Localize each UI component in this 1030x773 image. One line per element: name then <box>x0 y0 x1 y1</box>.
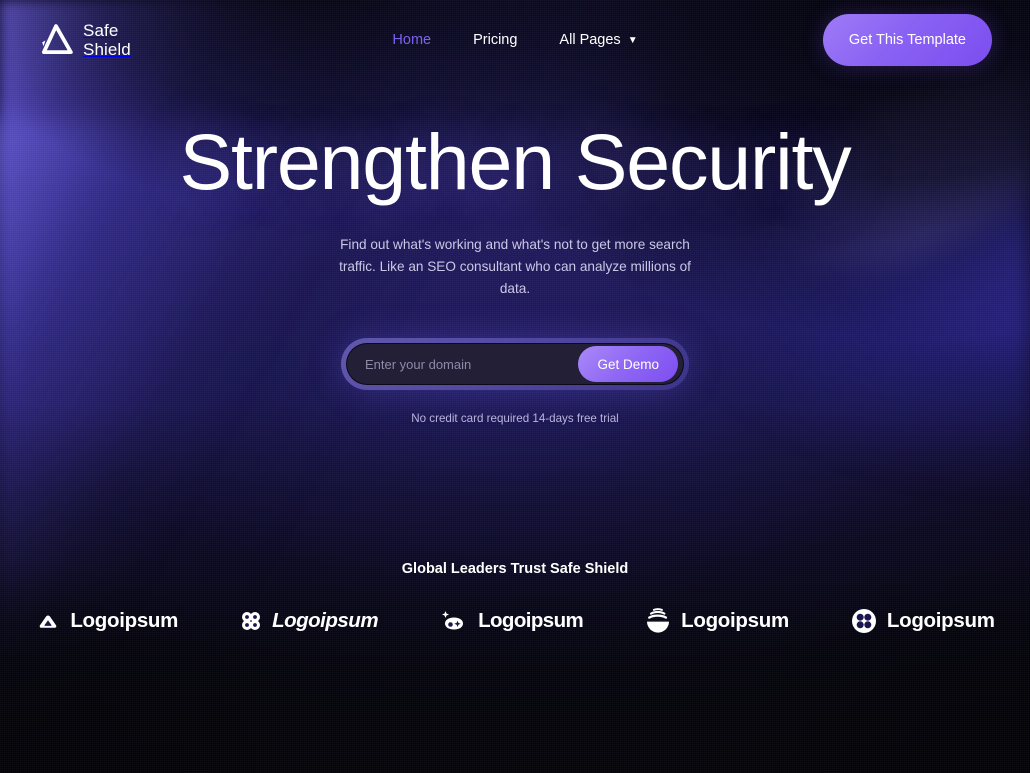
partner-logo-4-label: Logoipsum <box>681 609 789 633</box>
nav-item-home[interactable]: Home <box>392 32 431 48</box>
domain-form: Get Demo <box>341 338 689 391</box>
domain-input[interactable] <box>347 344 579 385</box>
trust-heading: Global Leaders Trust Safe Shield <box>401 561 629 578</box>
sparkle-blob-icon <box>442 611 464 630</box>
get-this-template-button[interactable]: Get This Template <box>822 14 992 66</box>
page-title: Strengthen Security <box>179 117 851 206</box>
site-header: Safe Shield Home Pricing All Pages ▼ Get… <box>0 0 1030 80</box>
nav-item-home-label: Home <box>392 32 432 48</box>
partner-logo-2: Logoipsum <box>239 609 379 633</box>
mountain-triangle-icon <box>40 615 57 628</box>
trust-section: Global Leaders Trust Safe Shield Logoips… <box>0 561 1030 635</box>
partner-logo-5-label: Logoipsum <box>886 609 995 633</box>
partner-logo-1-label: Logoipsum <box>70 609 179 633</box>
clover-circle-icon <box>851 609 876 634</box>
four-circles-icon <box>242 612 261 631</box>
domain-form-inner: Get Demo <box>346 343 684 386</box>
nav-item-pricing[interactable]: Pricing <box>473 32 517 48</box>
partner-logo-2-label: Logoipsum <box>272 609 379 633</box>
partner-logo-1: Logoipsum <box>35 608 178 634</box>
striped-globe-icon <box>647 608 670 633</box>
landing-page: Safe Shield Home Pricing All Pages ▼ Get… <box>0 0 1030 773</box>
nav-item-all-pages[interactable]: All Pages ▼ <box>559 32 637 48</box>
partner-logo-3: Logoipsum <box>439 609 584 633</box>
partner-logo-4: Logoipsum <box>644 607 789 635</box>
hero-subtitle: Find out what's working and what's not t… <box>339 237 691 297</box>
chevron-down-icon: ▼ <box>627 35 638 46</box>
trial-note: No credit card required 14-days free tri… <box>411 412 619 426</box>
nav-item-pricing-label: Pricing <box>473 32 518 48</box>
partner-logo-row: Logoipsum Logoipsum Logoipsum Logoipsum … <box>0 607 1030 635</box>
partner-logo-3-label: Logoipsum <box>478 609 584 633</box>
get-demo-button[interactable]: Get Demo <box>578 346 678 383</box>
hero-section: Strengthen Security Find out what's work… <box>0 122 1030 425</box>
partner-logo-5: Logoipsum <box>850 607 995 635</box>
nav-item-all-pages-label: All Pages <box>559 32 621 48</box>
